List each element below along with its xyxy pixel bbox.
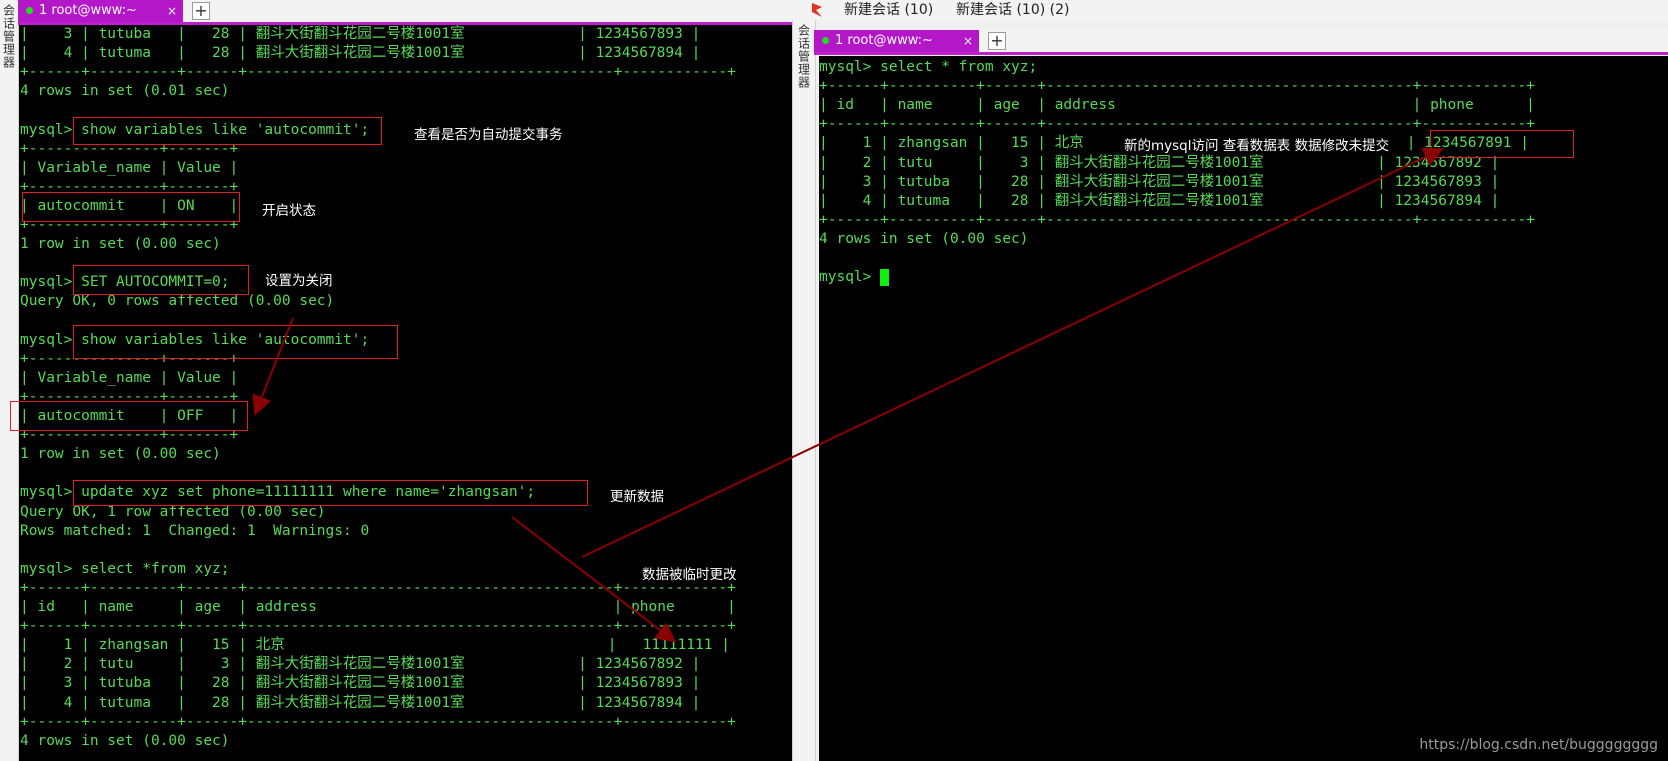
terminal-line: Rows matched: 1 Changed: 1 Warnings: 0 (20, 522, 370, 539)
mysql-prompt: mysql> (819, 269, 881, 286)
session-title-bar: 新建会话 (10) 新建会话 (10) (2) (792, 0, 1668, 20)
tab-label: 1 root@www:~ (39, 3, 137, 18)
highlight-update-statement (73, 480, 588, 506)
left-terminal-window: 会话管理器 1 root@www:~ × + | 3 | tutuba | 28… (0, 0, 792, 761)
highlight-autocommit-off (10, 401, 248, 431)
session-manager-label: 会话管理器 (796, 24, 811, 89)
session-manager-label: 会话管理器 (1, 4, 16, 69)
tab-bar-left: 1 root@www:~ × + (18, 0, 792, 25)
terminal-line: +------+----------+------+--------------… (20, 713, 736, 730)
highlight-set-autocommit (73, 265, 249, 295)
highlight-show-variables-1 (73, 117, 382, 145)
terminal-line: 4 rows in set (0.00 sec) (819, 230, 1029, 247)
terminal-line: | Variable_name | Value | (20, 369, 239, 386)
annotation-check-autocommit: 查看是否为自动提交事务 (414, 127, 563, 143)
terminal-line: | id | name | age | address | phone | (20, 599, 736, 615)
close-tab-icon[interactable]: × (167, 0, 177, 22)
terminal-line: Query OK, 0 rows affected (0.00 sec) (20, 293, 335, 310)
annotation-update-data: 更新数据 (610, 489, 664, 505)
terminal-line: +------+----------+------+--------------… (20, 64, 736, 81)
terminal-line: | Variable_name | Value | (20, 159, 239, 176)
terminal-line: mysql> select * from xyz; (819, 59, 1038, 75)
terminal-line: | 3 | tutuba | 28 | 翻斗大街翻斗花园二号楼1001室 | 1… (819, 173, 1500, 190)
tab-bar-right: 1 root@www:~ × + (814, 30, 1668, 55)
terminal-line: | 1 | zhangsan | 15 | 北京 | 11111111 | (20, 637, 730, 654)
session-item-1[interactable]: 新建会话 (10) (844, 0, 933, 20)
terminal-line: 4 rows in set (0.01 sec) (20, 83, 230, 100)
terminal-output-right[interactable]: mysql> select * from xyz; +------+-------… (819, 56, 1668, 761)
connected-dot-icon (822, 37, 829, 44)
terminal-line: | 2 | tutu | 3 | 翻斗大街翻斗花园二号楼1001室 | 1234… (819, 154, 1500, 171)
highlight-show-variables-2 (73, 325, 398, 359)
annotation-on-state: 开启状态 (262, 203, 316, 219)
session-manager-strip-right[interactable]: 会话管理器 (792, 20, 816, 761)
terminal-line: 1 row in set (0.00 sec) (20, 446, 221, 463)
terminal-line: +------+----------+------+--------------… (819, 211, 1535, 228)
new-tab-button[interactable]: + (192, 2, 210, 20)
connected-dot-icon (26, 7, 33, 14)
app-logo-icon (810, 2, 822, 17)
terminal-line: +------+----------+------+--------------… (819, 78, 1535, 95)
terminal-line: 1 row in set (0.00 sec) (20, 236, 221, 253)
terminal-line: | 4 | tutuma | 28 | 翻斗大街翻斗花园二号楼1001室 | 1… (20, 45, 701, 62)
right-terminal-window: 新建会话 (10) 新建会话 (10) (2) 会话管理器 1 root@www… (792, 0, 1668, 761)
tab-label: 1 root@www:~ (835, 33, 933, 48)
terminal-line: | 3 | tutuba | 28 | 翻斗大街翻斗花园二号楼1001室 | 1… (20, 675, 701, 692)
new-tab-button[interactable]: + (988, 32, 1006, 50)
terminal-line: | 2 | tutu | 3 | 翻斗大街翻斗花园二号楼1001室 | 1234… (20, 656, 701, 673)
terminal-line: +------+----------+------+--------------… (819, 116, 1535, 133)
highlight-autocommit-on (22, 192, 240, 222)
terminal-line: | 4 | tutuma | 28 | 翻斗大街翻斗花园二号楼1001室 | 1… (819, 192, 1500, 209)
annotation-temp-changed: 数据被临时更改 (642, 567, 737, 583)
terminal-line: | id | name | age | address | phone | (819, 97, 1535, 114)
terminal-line: +------+----------+------+--------------… (20, 618, 736, 635)
annotation-new-session: 新的mysql访问 查看数据表 数据修改未提交 (1124, 138, 1390, 154)
session-item-2[interactable]: 新建会话 (10) (2) (956, 0, 1069, 20)
text-cursor (880, 268, 890, 286)
terminal-line: mysql> select *from xyz; (20, 560, 230, 577)
terminal-line: | 4 | tutuma | 28 | 翻斗大街翻斗花园二号楼1001室 | 1… (20, 694, 701, 711)
terminal-line: +------+----------+------+--------------… (20, 579, 736, 596)
tab-root-www-left[interactable]: 1 root@www:~ × (18, 0, 183, 22)
highlight-phone-uncommitted (1430, 130, 1574, 158)
terminal-line: | 3 | tutuba | 28 | 翻斗大街翻斗花园二号楼1001室 | 1… (20, 26, 701, 42)
tab-root-www-right[interactable]: 1 root@www:~ × (814, 30, 979, 52)
session-manager-strip-left[interactable]: 会话管理器 (0, 0, 19, 761)
watermark-url: https://blog.csdn.net/bugggggggg (1419, 737, 1658, 753)
mysql-prompt-line[interactable]: mysql> (819, 268, 890, 287)
terminal-line: 4 rows in set (0.00 sec) (20, 732, 230, 749)
annotation-set-off: 设置为关闭 (265, 273, 333, 289)
close-tab-icon[interactable]: × (963, 30, 973, 52)
